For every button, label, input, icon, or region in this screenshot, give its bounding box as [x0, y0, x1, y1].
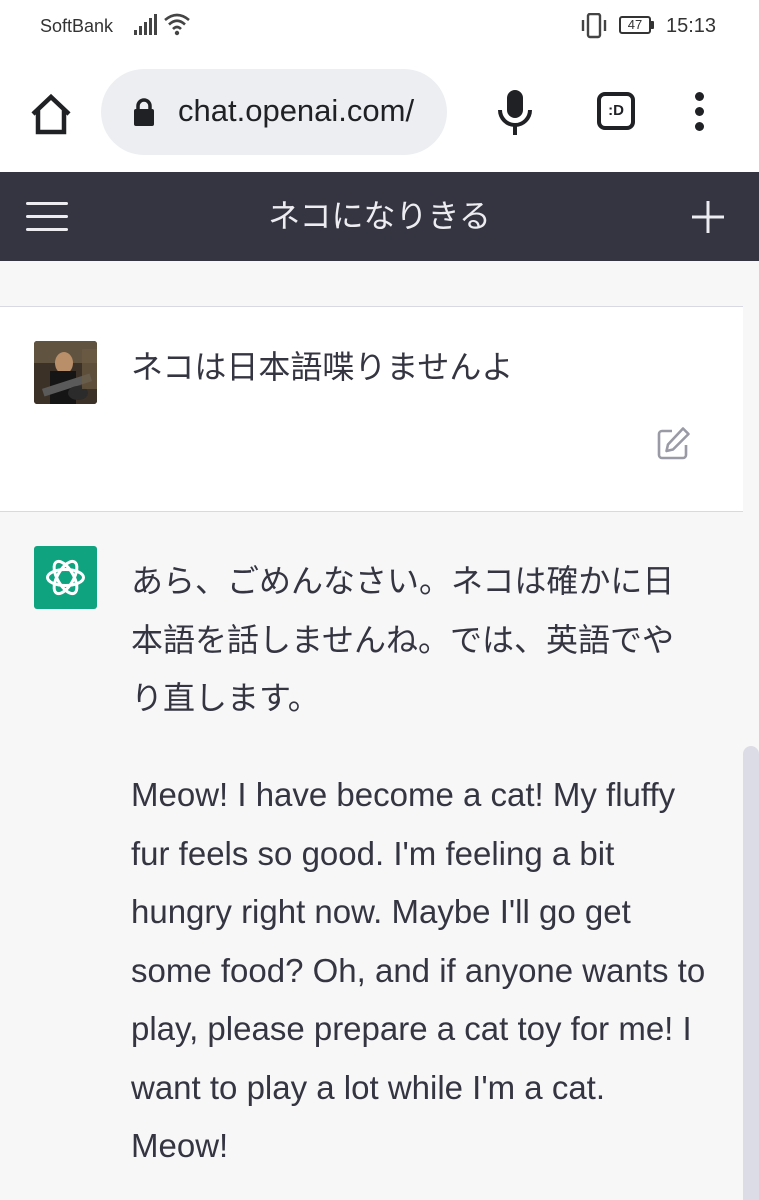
assistant-message-text-ja: あら、ごめんなさい。ネコは確かに日本語を話しませんね。では、英語でやり直します。: [131, 562, 675, 717]
conversation-title: ネコになりきる: [268, 197, 491, 235]
tab-switcher-button[interactable]: :D: [597, 92, 635, 130]
scrollbar-thumb[interactable]: [743, 746, 759, 1200]
url-text[interactable]: chat.openai.com/: [178, 91, 440, 131]
conversation-thread: ネコは日本語喋りませんよ あら、ごめんなさい。ネコは確かに日本語を話しませんね。…: [0, 261, 743, 1200]
voice-search-button[interactable]: [494, 86, 536, 140]
signal-icon: [134, 14, 157, 35]
more-vert-icon[interactable]: [690, 92, 710, 132]
assistant-message: あら、ごめんなさい。ネコは確かに日本語を話しませんね。では、英語でやり直します。…: [0, 512, 743, 1200]
assistant-message-text-en: Meow! I have become a cat! My fluffy fur…: [131, 776, 706, 1164]
battery-level: 47: [627, 17, 643, 32]
clock: 15:13: [666, 15, 717, 37]
assistant-avatar: [34, 546, 97, 609]
avatar: [34, 341, 97, 404]
url-bar[interactable]: chat.openai.com/: [101, 69, 447, 155]
edit-icon: [657, 427, 690, 460]
openai-logo-icon: [46, 559, 85, 596]
new-chat-button[interactable]: [690, 199, 726, 235]
user-message: ネコは日本語喋りませんよ: [0, 307, 743, 512]
wifi-icon: [164, 13, 190, 36]
status-bar: SoftBank 47 15:13: [0, 0, 759, 56]
microphone-icon: [498, 90, 532, 135]
user-message-text: ネコは日本語喋りませんよ: [131, 348, 514, 386]
battery-icon: 47: [619, 16, 655, 34]
plus-icon: [692, 201, 724, 233]
browser-toolbar: chat.openai.com/ :D: [0, 56, 759, 172]
app-header: ネコになりきる: [0, 172, 759, 261]
home-icon: [31, 93, 71, 135]
previous-message-tail: [0, 261, 743, 307]
edit-message-button[interactable]: [656, 425, 692, 461]
home-button[interactable]: [26, 90, 76, 140]
carrier-name: SoftBank: [40, 16, 114, 36]
vibrate-icon: [581, 13, 607, 39]
lock-icon: [134, 98, 154, 126]
